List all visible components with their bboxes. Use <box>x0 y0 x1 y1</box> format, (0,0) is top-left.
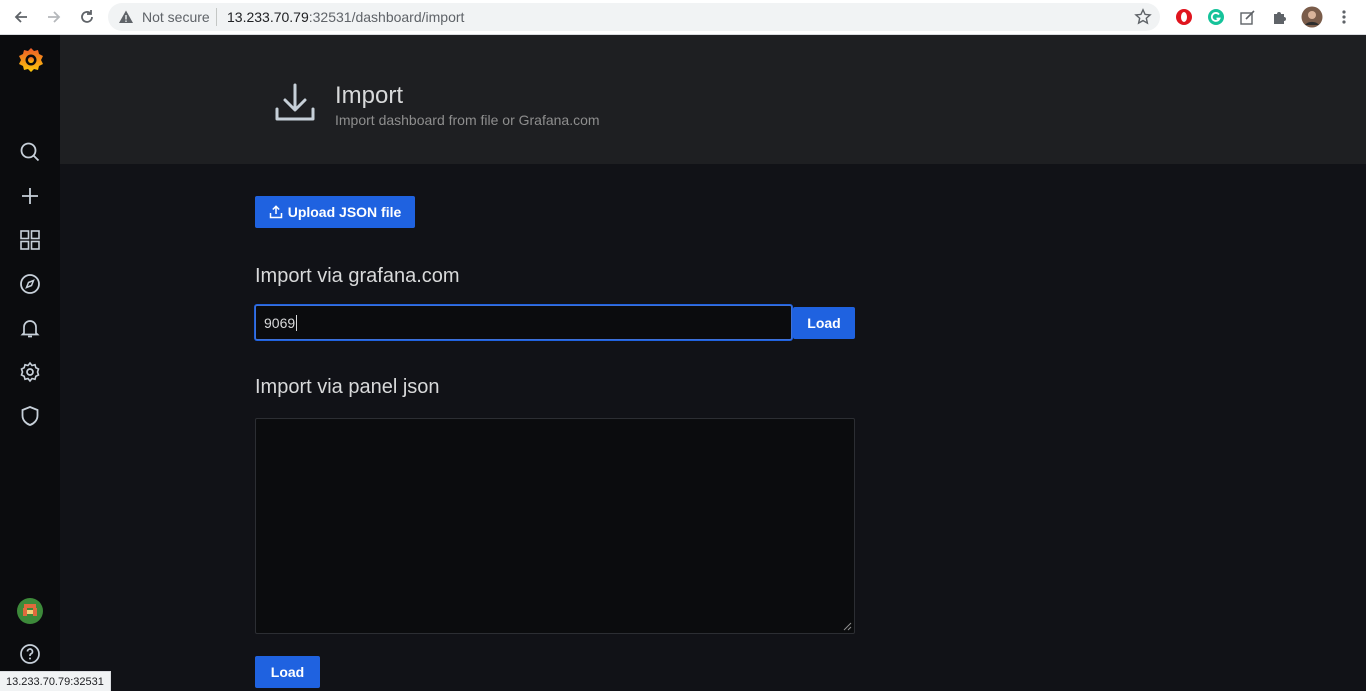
sidebar-item-alerting[interactable] <box>0 306 60 350</box>
reload-button[interactable] <box>74 5 100 29</box>
grammarly-extension-icon[interactable] <box>1205 6 1227 28</box>
url-path: :32531/dashboard/import <box>308 9 465 25</box>
puzzle-extensions-icon[interactable] <box>1269 6 1291 28</box>
edit-extension-icon[interactable] <box>1237 6 1259 28</box>
load-grafana-com-button[interactable]: Load <box>793 307 855 339</box>
load-label: Load <box>270 664 305 680</box>
sidebar <box>0 35 60 691</box>
security-label[interactable]: Not secure <box>142 9 210 25</box>
page-title: Import <box>335 82 404 109</box>
gear-icon <box>20 361 40 383</box>
url-host: 13.233.70.79 <box>227 9 309 25</box>
address-bar[interactable]: Not secure 13.233.70.79:32531/dashboard/… <box>108 3 1160 31</box>
chrome-menu-icon[interactable] <box>1333 6 1355 28</box>
grafana-com-section-title: Import via grafana.com <box>255 265 460 287</box>
help-icon <box>20 644 40 664</box>
forward-arrow-icon <box>48 11 61 23</box>
url-text[interactable]: 13.233.70.79:32531/dashboard/import <box>227 9 464 25</box>
sidebar-item-server-admin[interactable] <box>0 394 60 438</box>
page-subtitle: Import dashboard from file or Grafana.co… <box>335 112 600 128</box>
browser-toolbar: Not secure 13.233.70.79:32531/dashboard/… <box>0 0 1366 35</box>
sidebar-item-dashboards[interactable] <box>0 218 60 262</box>
grafana-com-id-input[interactable]: 9069 <box>255 305 792 340</box>
sidebar-item-explore[interactable] <box>0 262 60 306</box>
import-download-icon <box>275 83 315 121</box>
sidebar-item-profile[interactable] <box>0 589 60 633</box>
upload-json-label: Upload JSON file <box>287 204 402 220</box>
bookmark-star-icon[interactable] <box>1134 8 1152 26</box>
upload-icon <box>269 205 282 219</box>
panel-json-section-title: Import via panel json <box>255 376 440 398</box>
text-caret <box>296 314 298 331</box>
profile-avatar-icon[interactable] <box>1301 6 1323 28</box>
resize-handle-icon[interactable] <box>843 622 852 631</box>
opera-extension-icon[interactable] <box>1173 6 1195 28</box>
reload-icon <box>81 10 93 23</box>
search-icon <box>20 142 40 162</box>
upload-json-button[interactable]: Upload JSON file <box>255 196 415 228</box>
back-arrow-icon <box>14 11 27 23</box>
warning-icon <box>119 10 133 23</box>
sidebar-item-help[interactable] <box>0 632 60 676</box>
sidebar-item-create[interactable] <box>0 174 60 218</box>
plus-icon <box>22 188 38 204</box>
forward-button[interactable] <box>41 5 67 29</box>
shield-icon <box>21 406 39 426</box>
back-button[interactable] <box>8 5 34 29</box>
load-panel-json-button[interactable]: Load <box>255 656 320 688</box>
status-bar-url: 13.233.70.79:32531 <box>0 671 111 691</box>
page-header: Import Import dashboard from file or Gra… <box>60 35 1366 164</box>
panel-json-textarea[interactable] <box>255 418 855 634</box>
user-avatar-icon <box>17 598 43 624</box>
divider <box>216 8 217 26</box>
bell-icon <box>20 320 40 338</box>
main-content: Import Import dashboard from file or Gra… <box>60 35 1366 691</box>
grid-icon <box>20 230 40 250</box>
sidebar-item-configuration[interactable] <box>0 350 60 394</box>
grafana-logo-icon[interactable] <box>16 45 46 75</box>
load-label: Load <box>807 315 841 331</box>
sidebar-item-search[interactable] <box>0 130 60 174</box>
compass-icon <box>20 274 40 294</box>
grafana-com-id-value: 9069 <box>264 314 296 331</box>
